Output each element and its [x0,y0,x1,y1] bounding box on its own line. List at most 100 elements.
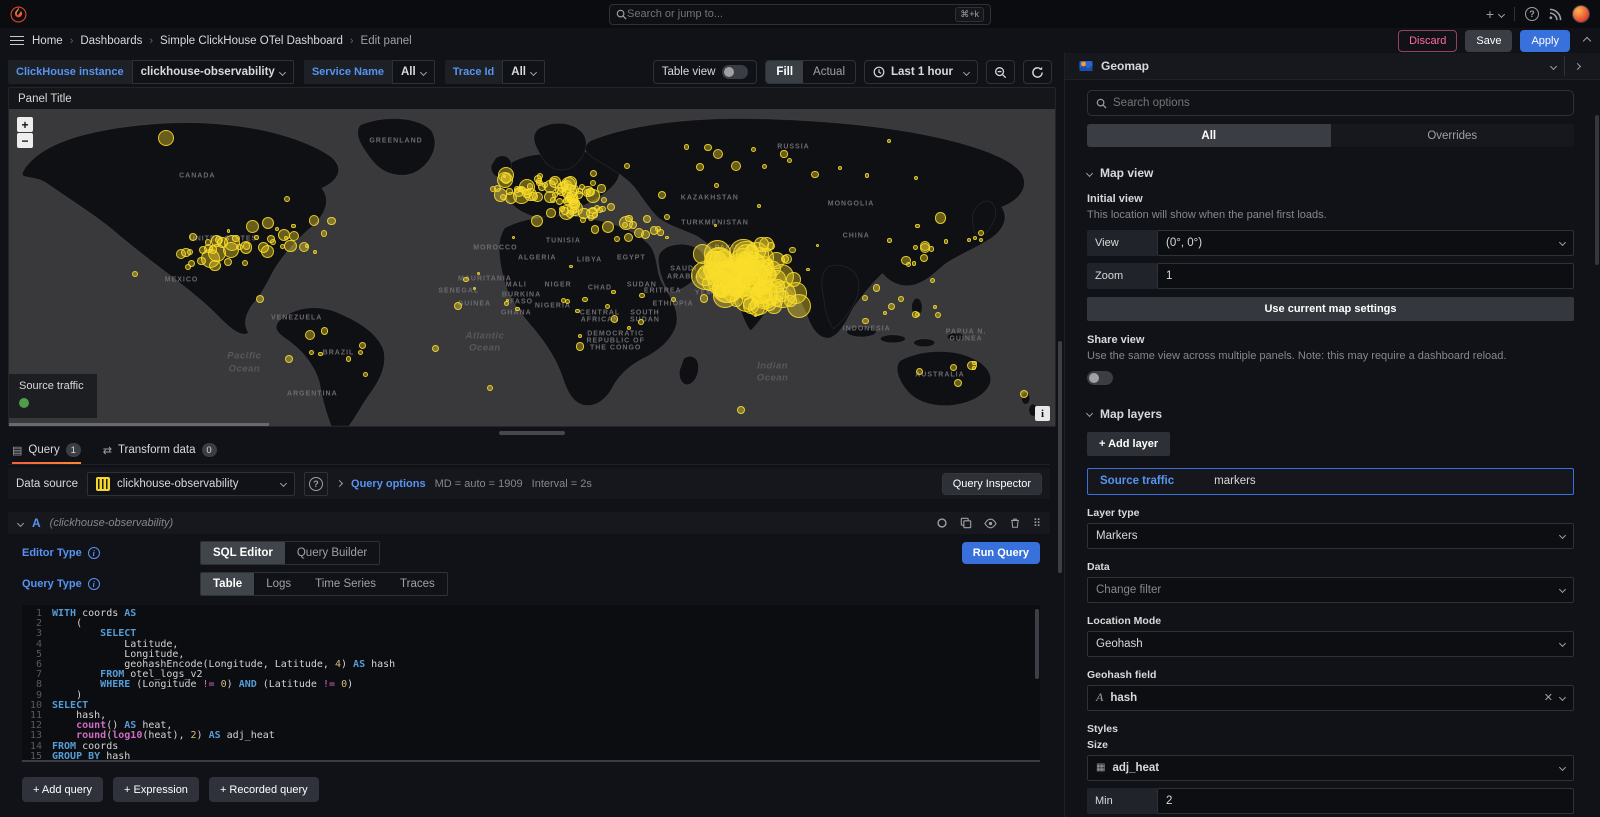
geohash-field-select[interactable]: A hash ✕ [1087,685,1574,711]
map-data-marker[interactable] [862,318,869,325]
breadcrumb-item[interactable]: Home [32,35,63,47]
map-data-marker[interactable] [232,235,239,242]
options-search-input[interactable] [1113,97,1565,109]
time-range-picker[interactable]: Last 1 hour [864,60,978,84]
map-data-marker[interactable] [750,296,769,315]
section-map-layers[interactable]: Map layers [1087,407,1574,421]
map-data-marker[interactable] [912,261,916,265]
discard-button[interactable]: Discard [1398,30,1457,52]
query-options-toggle[interactable]: Query options [351,478,426,490]
breadcrumb-item[interactable]: Simple ClickHouse OTel Dashboard [160,35,343,47]
options-tab-overrides[interactable]: Overrides [1331,124,1575,147]
map-data-marker[interactable] [671,297,676,302]
map-data-marker[interactable] [746,257,757,268]
query-type-traces[interactable]: Traces [388,573,447,595]
map-data-marker[interactable] [766,259,772,265]
map-data-marker[interactable] [873,284,881,292]
variable-value-dropdown[interactable]: All [502,60,545,84]
new-menu-button[interactable]: + [1486,6,1504,22]
map-data-marker[interactable] [972,366,976,370]
map-data-marker[interactable] [580,217,586,223]
query-collapse-icon[interactable] [17,519,24,526]
map-data-marker[interactable] [696,163,704,171]
map-data-marker[interactable] [782,254,792,264]
map-data-marker[interactable] [512,236,515,239]
map-data-marker[interactable] [759,237,774,252]
query-row-header[interactable]: A (clickhouse-observability) ⠿ [8,512,1050,534]
apply-button[interactable]: Apply [1520,30,1570,52]
run-query-button[interactable]: Run Query [962,542,1040,564]
map-data-marker[interactable] [780,150,787,157]
query-type-logs[interactable]: Logs [254,573,303,595]
map-data-marker[interactable] [578,334,582,338]
map-data-marker[interactable] [715,285,727,297]
map-data-marker[interactable] [665,236,668,239]
help-icon[interactable]: ? [1525,7,1539,21]
map-data-marker[interactable] [582,297,587,302]
data-filter-select[interactable]: Change filter [1087,577,1574,603]
map-data-marker[interactable] [215,236,223,244]
collapse-options-icon[interactable] [1583,36,1591,44]
map-data-marker[interactable] [586,188,594,196]
map-data-marker[interactable] [267,235,275,243]
map-data-marker[interactable] [536,178,542,184]
map-data-marker[interactable] [887,238,891,242]
grafana-logo[interactable] [10,6,27,23]
map-data-marker[interactable] [624,233,633,242]
map-data-marker[interactable] [590,170,597,177]
panel-query-splitter[interactable] [8,427,1056,438]
map-data-marker[interactable] [158,130,174,146]
map-attribution-info-button[interactable]: i [1035,406,1050,421]
map-data-marker[interactable] [246,220,259,233]
map-data-marker[interactable] [1020,390,1028,398]
map-data-marker[interactable] [967,238,971,242]
editor-type-info-icon[interactable]: i [88,547,100,559]
hide-query-eye-icon[interactable] [984,517,997,530]
delete-query-trash-icon[interactable] [1009,517,1021,529]
map-data-marker[interactable] [359,342,366,349]
query-type-table[interactable]: Table [201,573,254,595]
map-data-marker[interactable] [704,144,712,152]
map-data-marker[interactable] [321,327,328,334]
map-data-marker[interactable] [627,326,631,330]
map-zoom-out-button[interactable]: − [17,133,33,148]
add-query-button[interactable]: + Add query [22,777,103,802]
map-data-marker[interactable] [346,356,351,361]
map-data-marker[interactable] [291,224,295,228]
map-data-marker[interactable] [599,206,606,213]
options-search[interactable] [1087,90,1574,116]
share-view-toggle[interactable] [1087,371,1113,385]
map-data-marker[interactable] [639,293,645,299]
map-data-marker[interactable] [586,208,598,220]
map-data-marker[interactable] [979,238,983,242]
panel-header[interactable]: Panel Title [9,88,1055,109]
map-data-marker[interactable] [787,158,792,163]
user-avatar[interactable] [1572,5,1590,23]
options-tab-all[interactable]: All [1087,124,1331,147]
news-rss-icon[interactable] [1549,8,1562,21]
zoom-input[interactable] [1157,263,1574,289]
map-data-marker[interactable] [898,296,904,302]
zoom-out-time-button[interactable] [986,60,1015,84]
map-data-marker[interactable] [811,171,819,179]
tab-transform-data[interactable]: ⇄ Transform data 0 [103,443,217,464]
map-data-marker[interactable] [747,244,755,252]
map-data-marker[interactable] [561,298,566,303]
map-data-marker[interactable] [915,224,919,228]
sql-code-editor[interactable]: 1WITH coords AS2 (3 SELECT4 Latitude,5 L… [22,605,1040,762]
map-data-marker[interactable] [563,198,568,203]
map-data-marker[interactable] [473,287,476,290]
left-pane-scrollbar[interactable] [1056,53,1064,817]
save-button[interactable]: Save [1465,30,1512,52]
map-data-marker[interactable] [716,271,721,276]
map-data-marker[interactable] [503,175,506,178]
map-data-marker[interactable] [888,303,895,310]
map-data-marker[interactable] [643,215,651,223]
tab-query[interactable]: ▤ Query 1 [12,443,81,464]
viz-picker-chevron-icon[interactable] [1550,62,1557,69]
fill-option[interactable]: Fill [766,61,803,83]
map-data-marker[interactable] [254,235,258,239]
view-select[interactable]: (0°, 0°) [1157,230,1574,256]
query-type-timeseries[interactable]: Time Series [303,573,388,595]
map-data-marker[interactable] [546,208,556,218]
